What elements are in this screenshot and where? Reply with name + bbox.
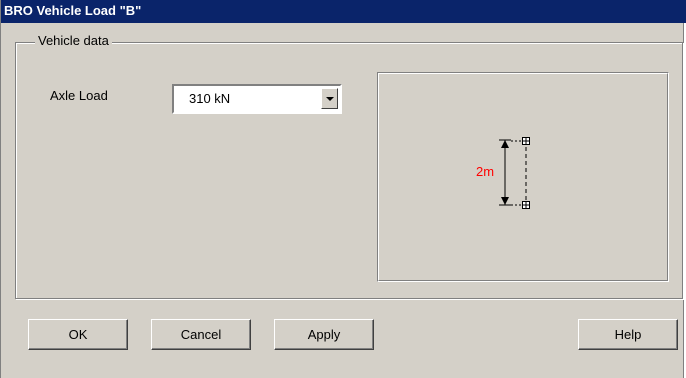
dimension-arrow-down-icon [501, 197, 509, 205]
wheel-bottom-icon [522, 201, 530, 209]
help-button[interactable]: Help [578, 319, 678, 350]
cancel-button[interactable]: Cancel [151, 319, 251, 350]
apply-button[interactable]: Apply [274, 319, 374, 350]
wheel-top-icon [522, 137, 530, 145]
dimension-arrow-up-icon [501, 140, 509, 148]
dialog-window: BRO Vehicle Load "B" Vehicle data Axle L… [0, 0, 686, 378]
ok-button[interactable]: OK [28, 319, 128, 350]
dimension-label: 2m [476, 164, 495, 179]
